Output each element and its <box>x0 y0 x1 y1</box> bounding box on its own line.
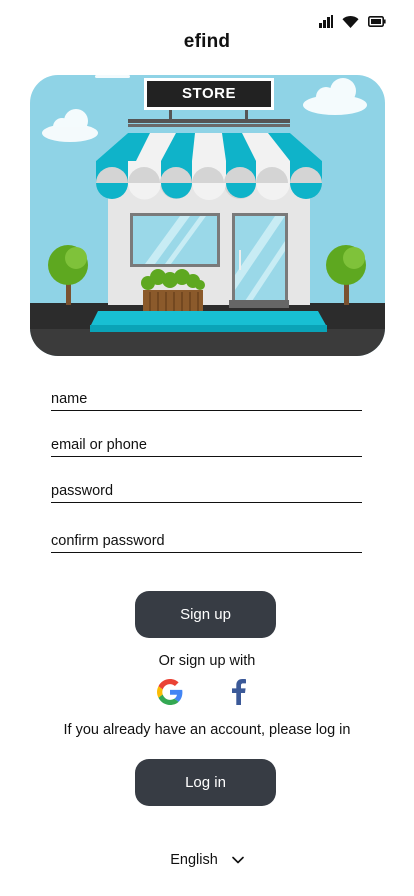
cellular-signal-icon <box>319 15 333 28</box>
sign-up-button[interactable]: Sign up <box>135 591 276 638</box>
google-icon <box>157 678 183 710</box>
app-title: efind <box>183 31 231 52</box>
password-field[interactable] <box>51 482 362 503</box>
battery-icon <box>368 16 386 27</box>
confirm-password-input[interactable] <box>51 533 362 552</box>
confirm-password-field[interactable] <box>51 532 362 553</box>
store-sign-label: STORE <box>182 85 236 102</box>
name-input[interactable] <box>51 391 362 410</box>
language-selector[interactable]: English <box>0 852 414 868</box>
google-signup-button[interactable] <box>156 678 184 710</box>
store-illustration: STORE <box>30 75 385 356</box>
wifi-icon <box>342 15 359 28</box>
status-icons <box>319 15 386 28</box>
chevron-down-icon <box>231 856 244 864</box>
language-label: English <box>170 852 218 868</box>
facebook-icon <box>232 678 246 710</box>
log-in-button[interactable]: Log in <box>135 759 276 806</box>
email-phone-input[interactable] <box>51 437 362 456</box>
name-field[interactable] <box>51 390 362 411</box>
alt-signup-text: Or sign up with <box>158 653 256 669</box>
facebook-signup-button[interactable] <box>230 678 248 710</box>
password-input[interactable] <box>51 483 362 502</box>
email-phone-field[interactable] <box>51 436 362 457</box>
login-prompt-text: If you already have an account, please l… <box>63 722 351 738</box>
